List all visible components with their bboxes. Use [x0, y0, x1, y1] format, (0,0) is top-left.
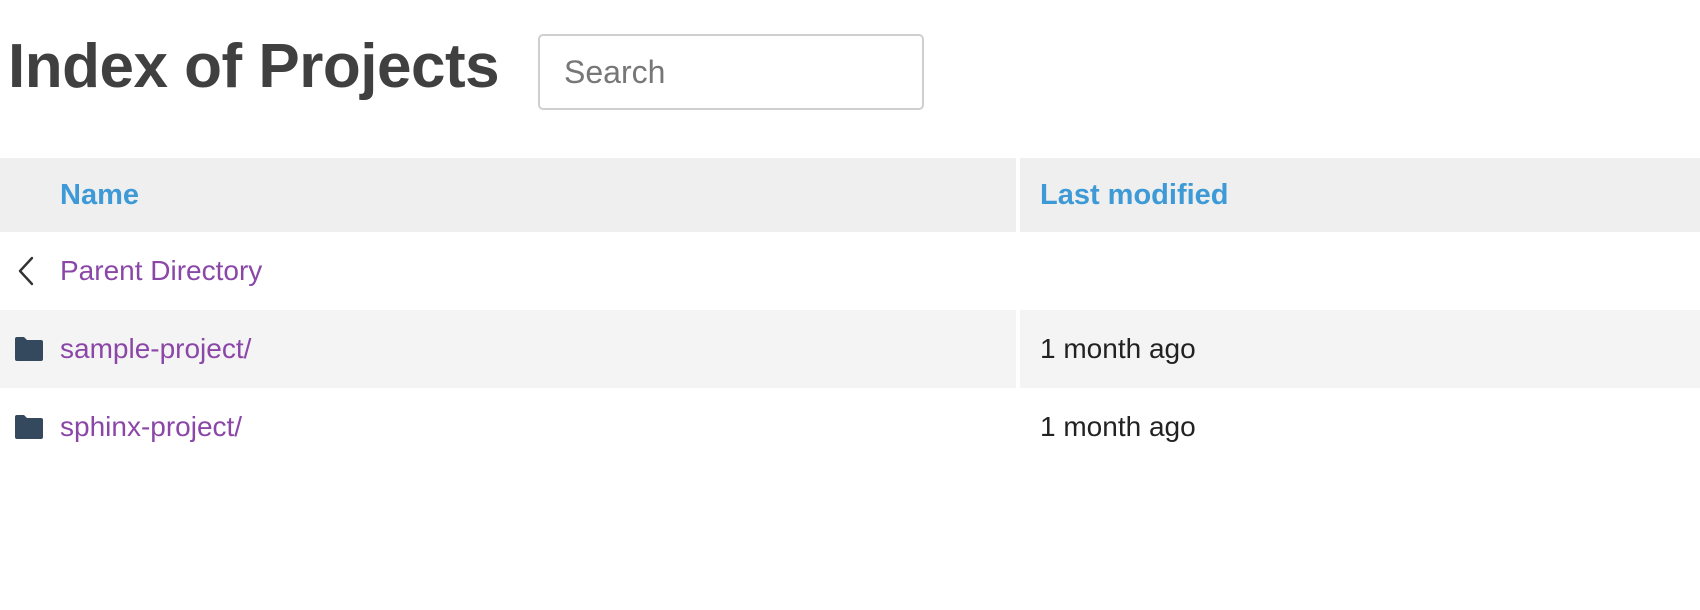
folder-icon — [14, 414, 44, 440]
sort-by-name-link[interactable]: Name — [60, 179, 139, 211]
parent-directory-cell: Parent Directory — [0, 232, 1020, 310]
sort-by-last-modified-link[interactable]: Last modified — [1040, 179, 1229, 211]
page-title: Index of Projects — [8, 32, 500, 101]
folder-link[interactable]: sample-project/ — [60, 333, 251, 364]
name-cell: sphinx-project/ — [0, 388, 1020, 466]
chevron-left-icon — [14, 256, 36, 286]
table-row: sphinx-project/ 1 month ago — [0, 388, 1700, 466]
folder-link[interactable]: sphinx-project/ — [60, 411, 242, 442]
parent-directory-modified — [1018, 232, 1700, 310]
modified-cell: 1 month ago — [1018, 310, 1700, 388]
name-column-header: Name — [0, 158, 1020, 232]
name-cell: sample-project/ — [0, 310, 1020, 388]
search-input[interactable] — [538, 34, 924, 110]
modified-cell: 1 month ago — [1040, 411, 1196, 442]
folder-icon — [14, 336, 44, 362]
page-header: Index of Projects — [0, 0, 1700, 158]
parent-directory-link[interactable]: Parent Directory — [60, 255, 262, 286]
last-modified-column-header: Last modified — [1018, 158, 1700, 232]
table-row: sample-project/ 1 month ago — [0, 310, 1700, 388]
directory-table: Name Last modified Parent Directory samp… — [0, 158, 1700, 466]
parent-directory-row: Parent Directory — [0, 232, 1700, 310]
table-header-row: Name Last modified — [0, 158, 1700, 232]
